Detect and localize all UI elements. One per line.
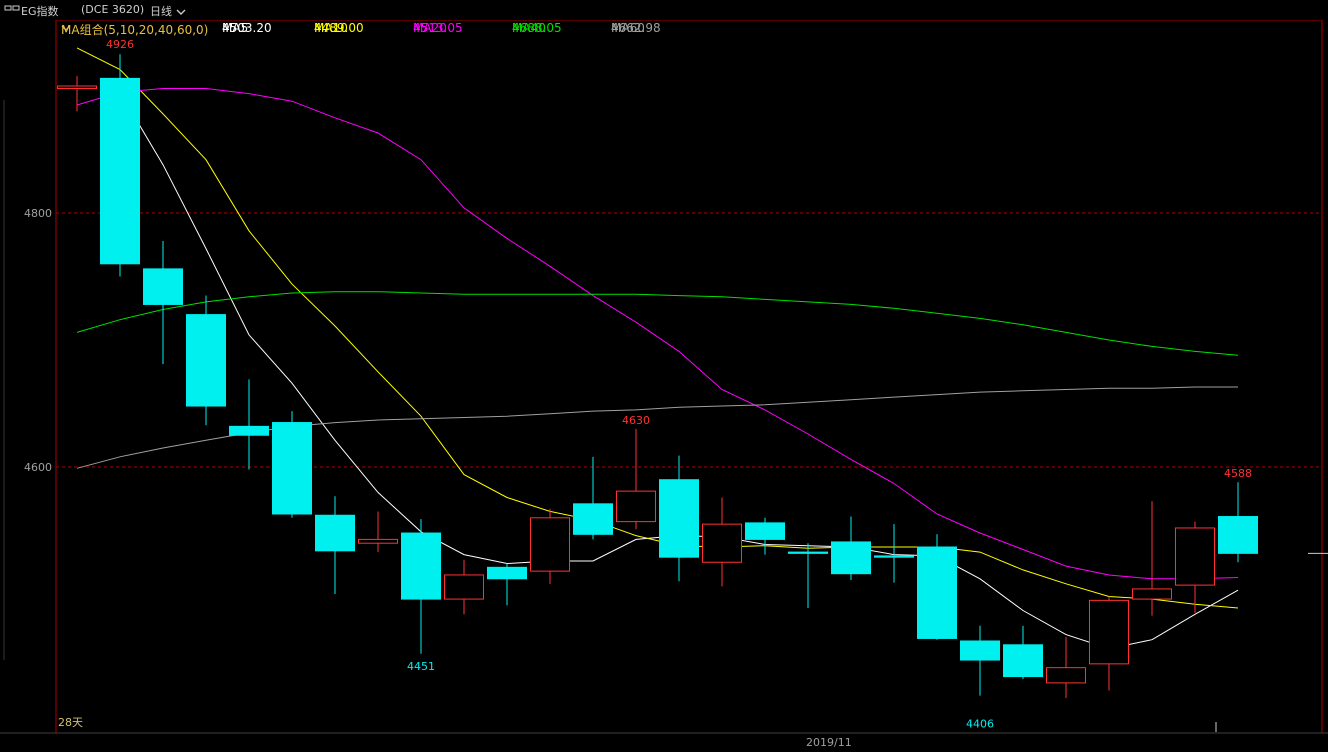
candle-body xyxy=(1003,644,1043,678)
candle-12[interactable] xyxy=(573,456,613,540)
candle-body xyxy=(788,551,828,554)
candle-13[interactable] xyxy=(616,428,656,530)
candle-19[interactable] xyxy=(874,524,914,583)
candle-15[interactable] xyxy=(702,497,742,587)
candle-body xyxy=(1089,599,1129,665)
candle-body xyxy=(745,522,785,540)
window-restore-icon[interactable] xyxy=(4,3,22,16)
candle-2[interactable] xyxy=(143,240,183,365)
candle-body xyxy=(874,555,914,558)
ma-line-ma40 xyxy=(76,291,1239,356)
candle-21[interactable] xyxy=(960,625,1000,696)
date-axis-label: 2019/11 xyxy=(806,736,852,749)
ma-group-selector[interactable]: MA组合(5,10,20,40,60,0) xyxy=(61,21,208,37)
marker-low-4406: 4406 xyxy=(966,717,994,730)
candle-body xyxy=(186,314,226,407)
candle-body xyxy=(315,514,355,552)
candle-10[interactable] xyxy=(487,563,527,606)
legend-ma5-value: 4503.20 xyxy=(222,21,272,35)
ma-group-label: MA组合(5,10,20,40,60,0) xyxy=(61,23,209,37)
candle-body xyxy=(1132,588,1172,600)
candle-body xyxy=(1175,527,1215,586)
candle-27[interactable] xyxy=(1218,482,1258,563)
marker-high-4588: 4588 xyxy=(1224,467,1252,480)
legend-ma20-value: 4513.05 xyxy=(413,21,463,35)
candle-17[interactable] xyxy=(788,543,828,608)
candle-body xyxy=(530,517,570,572)
marker-low-4451: 4451 xyxy=(407,660,435,673)
ma-line-ma10 xyxy=(76,47,1239,609)
y-tick-label-4800: 4800 xyxy=(24,207,52,220)
candle-1[interactable] xyxy=(100,54,140,277)
y-tick-label-4600: 4600 xyxy=(24,461,52,474)
candle-18[interactable] xyxy=(831,516,871,581)
candle-7[interactable] xyxy=(358,511,398,553)
instrument-code: (DCE 3620) xyxy=(81,3,145,16)
price-axis: 4600 4800 xyxy=(24,207,52,474)
kline-chart[interactable]: 4600 4800 4926 4451 4630 4406 4588 28天 2019/1… xyxy=(0,0,1328,752)
candle-3[interactable] xyxy=(186,295,226,426)
candle-6[interactable] xyxy=(315,496,355,594)
candle-20[interactable] xyxy=(917,534,957,640)
plot-border xyxy=(55,19,1323,734)
candle-body xyxy=(659,479,699,558)
candle-body xyxy=(487,566,527,580)
candle-26[interactable] xyxy=(1175,521,1215,614)
candlesticks[interactable] xyxy=(57,54,1258,699)
candle-body xyxy=(831,541,871,575)
candle-16[interactable] xyxy=(745,517,785,555)
candle-body xyxy=(1218,516,1258,554)
high-low-markers: 4926 4451 4630 4406 4588 xyxy=(106,38,1252,730)
candle-11[interactable] xyxy=(530,508,570,584)
moving-average-lines xyxy=(76,47,1239,650)
chart-header-bar: EG指数 (DCE 3620) 日线 xyxy=(0,0,1328,20)
days-range-label: 28天 xyxy=(58,716,83,729)
legend-ma60-value: 4662.98 xyxy=(611,21,661,35)
candle-23[interactable] xyxy=(1046,637,1086,699)
candle-5[interactable] xyxy=(272,411,312,518)
legend-ma40-value: 4688.05 xyxy=(512,21,562,35)
candle-22[interactable] xyxy=(1003,625,1043,680)
ma-line-ma20 xyxy=(76,88,1239,580)
candle-8[interactable] xyxy=(401,519,441,654)
candle-4[interactable] xyxy=(229,379,269,470)
candle-body xyxy=(616,490,656,523)
candle-body xyxy=(960,640,1000,661)
candle-0[interactable] xyxy=(57,75,97,112)
last-price-line xyxy=(1215,552,1328,732)
candle-body xyxy=(702,523,742,563)
candle-body xyxy=(143,268,183,305)
marker-high-4926: 4926 xyxy=(106,38,134,51)
candle-body xyxy=(358,538,398,544)
chevron-down-icon xyxy=(176,9,185,15)
candle-body xyxy=(1046,667,1086,684)
instrument-name[interactable]: EG指数 xyxy=(21,3,58,19)
period-label: 日线 xyxy=(150,5,172,18)
legend-ma10-value: 4489.00 xyxy=(314,21,364,35)
candle-body xyxy=(229,425,269,436)
candle-14[interactable] xyxy=(659,455,699,582)
candle-24[interactable] xyxy=(1089,596,1129,691)
candle-body xyxy=(401,532,441,600)
candle-body xyxy=(444,574,484,600)
marker-high-4630: 4630 xyxy=(622,414,650,427)
candle-body xyxy=(573,503,613,535)
candle-9[interactable] xyxy=(444,559,484,615)
candle-body xyxy=(272,422,312,515)
candle-body xyxy=(100,77,140,265)
period-selector[interactable]: 日线 xyxy=(150,3,186,19)
candle-25[interactable] xyxy=(1132,501,1172,616)
candle-body xyxy=(57,85,97,90)
candle-body xyxy=(917,546,957,639)
